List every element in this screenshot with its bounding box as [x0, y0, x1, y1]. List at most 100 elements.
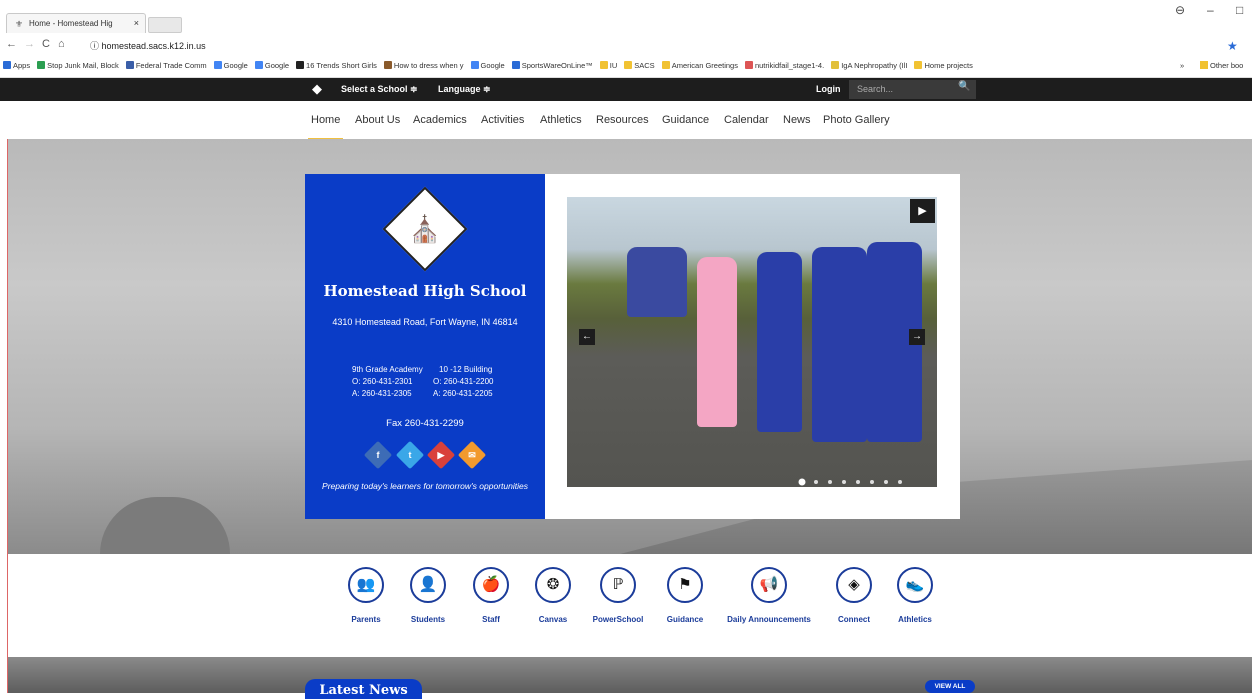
url-text: homestead.sacs.k12.in.us: [101, 41, 206, 51]
player-figure: [697, 257, 737, 427]
megaphone-icon: 📢: [751, 567, 787, 603]
browser-tab[interactable]: ⚜ Home - Homestead Hig ×: [6, 13, 146, 33]
reload-icon[interactable]: C: [42, 38, 50, 50]
bookmark-label: Home projects: [924, 61, 973, 70]
bookmark-label: Google: [223, 61, 248, 70]
academy-contact: 9th Grade Academy O: 260-431-2301 A: 260…: [352, 364, 423, 400]
minimize-icon[interactable]: –: [1207, 3, 1214, 17]
quicklink-athletics[interactable]: 👟 Athletics: [870, 567, 960, 624]
menu-activities[interactable]: Activities: [481, 114, 524, 126]
bookmark-item[interactable]: IgA Nephropathy (IlI: [828, 54, 911, 70]
bookmark-label: IU: [609, 61, 618, 70]
main-menu: Home About Us Academics Activities Athle…: [0, 101, 1252, 141]
bookmark-item[interactable]: IU: [597, 54, 622, 70]
login-link[interactable]: Login: [816, 84, 841, 94]
latest-news-heading: Latest News: [305, 679, 422, 699]
quicklink-label: Guidance: [666, 615, 704, 624]
bookmark-icon: [254, 61, 263, 69]
home-icon[interactable]: ⌂: [58, 38, 65, 50]
slide-dot[interactable]: [800, 480, 804, 484]
quicklink-guidance[interactable]: ⚑ Guidance: [640, 567, 730, 624]
staff-icon: 🍎: [473, 567, 509, 603]
bookmark-item[interactable]: 16 Trends Short Girls: [293, 54, 381, 70]
slide-dot[interactable]: [828, 480, 832, 484]
bookmark-icon: [470, 61, 479, 69]
connect-icon: ◈: [836, 567, 872, 603]
slide-dots: [800, 471, 912, 489]
slide-dot[interactable]: [856, 480, 860, 484]
bookmark-item[interactable]: Google: [211, 54, 252, 70]
twitter-icon[interactable]: t: [395, 440, 425, 470]
facebook-icon[interactable]: f: [363, 440, 393, 470]
back-icon[interactable]: ←: [6, 38, 17, 50]
bookmark-item[interactable]: Google: [468, 54, 509, 70]
menu-about-us[interactable]: About Us: [355, 114, 400, 126]
parents-icon: 👥: [348, 567, 384, 603]
prev-slide-arrow-icon[interactable]: ←: [579, 329, 595, 345]
bookmark-item[interactable]: American Greetings: [659, 54, 742, 70]
bookmark-item[interactable]: nutrikidfail_stage1-4.: [742, 54, 828, 70]
menu-photo-gallery[interactable]: Photo Gallery: [823, 114, 890, 126]
bookmark-item[interactable]: SACS: [621, 54, 658, 70]
school-name: Homestead High School: [323, 282, 527, 300]
menu-guidance[interactable]: Guidance: [662, 114, 709, 126]
menu-calendar[interactable]: Calendar: [724, 114, 769, 126]
site-favicon-icon: ⚜: [15, 19, 24, 29]
menu-academics[interactable]: Academics: [413, 114, 467, 126]
forward-icon[interactable]: →: [24, 38, 35, 50]
url-field[interactable]: ⓘ homestead.sacs.k12.in.us: [86, 39, 1236, 53]
youtube-icon[interactable]: ▶: [426, 440, 456, 470]
bookmark-icon: [3, 61, 11, 69]
building-attendance: A: 260-431-2205: [433, 389, 493, 398]
search-input[interactable]: Search...: [849, 80, 976, 99]
profile-icon[interactable]: ⊖: [1175, 3, 1185, 17]
building-contact: 10 -12 Building O: 260-431-2200 A: 260-4…: [433, 364, 494, 400]
bookmark-item[interactable]: Apps: [0, 54, 34, 70]
menu-news[interactable]: News: [783, 114, 811, 126]
player-group: [627, 247, 687, 317]
bookmark-icon: [914, 61, 923, 69]
students-icon: 👤: [410, 567, 446, 603]
bookmark-icon: [831, 61, 840, 69]
menu-home[interactable]: Home: [307, 114, 344, 141]
bookmark-label: Apps: [13, 61, 31, 70]
search-icon[interactable]: 🔍: [958, 81, 970, 92]
athletics-icon: 👟: [897, 567, 933, 603]
close-tab-icon[interactable]: ×: [134, 18, 139, 28]
player-figure: [757, 252, 802, 432]
quicklink-label: Athletics: [898, 615, 932, 624]
more-bookmarks-icon[interactable]: »: [1180, 61, 1184, 70]
bookmark-item[interactable]: Stop Junk Mail, Block: [34, 54, 123, 70]
select-school-dropdown[interactable]: Select a School ≑: [341, 84, 418, 95]
language-dropdown[interactable]: Language ≑: [438, 84, 491, 95]
academy-attendance: A: 260-431-2305: [352, 389, 412, 398]
new-tab-button[interactable]: [148, 17, 182, 33]
slide-dot[interactable]: [842, 480, 846, 484]
bookmark-item[interactable]: Federal Trade Comm: [123, 54, 211, 70]
quicklink-label: Daily Announcements: [727, 615, 811, 624]
maximize-icon[interactable]: □: [1236, 3, 1243, 17]
email-icon[interactable]: ✉: [457, 440, 487, 470]
slide-dot[interactable]: [884, 480, 888, 484]
bookmark-item[interactable]: Home projects: [911, 54, 976, 70]
other-bookmarks[interactable]: Other boo: [1200, 61, 1243, 70]
slide-dot[interactable]: [814, 480, 818, 484]
bookmark-icon: [37, 61, 46, 69]
bookmark-item[interactable]: Google: [252, 54, 293, 70]
quicklink-daily-announcements[interactable]: 📢 Daily Announcements: [724, 567, 814, 624]
bookmark-star-icon[interactable]: ★: [1227, 39, 1238, 53]
bookmark-item[interactable]: How to dress when y: [381, 54, 468, 70]
slide-dot[interactable]: [898, 480, 902, 484]
menu-athletics[interactable]: Athletics: [540, 114, 582, 126]
bookmark-item[interactable]: SportsWareOnLine™: [509, 54, 597, 70]
bookmark-icon: [599, 61, 608, 69]
slide-dot[interactable]: [870, 480, 874, 484]
view-all-button[interactable]: VIEW ALL: [925, 680, 975, 693]
menu-resources[interactable]: Resources: [596, 114, 649, 126]
play-button[interactable]: ▶: [910, 199, 935, 223]
info-icon: ⓘ: [90, 41, 102, 51]
building-title: 10 -12 Building: [439, 365, 493, 374]
bookmark-icon: [213, 61, 222, 69]
bookmark-label: Google: [264, 61, 290, 70]
next-slide-arrow-icon[interactable]: →: [909, 329, 925, 345]
